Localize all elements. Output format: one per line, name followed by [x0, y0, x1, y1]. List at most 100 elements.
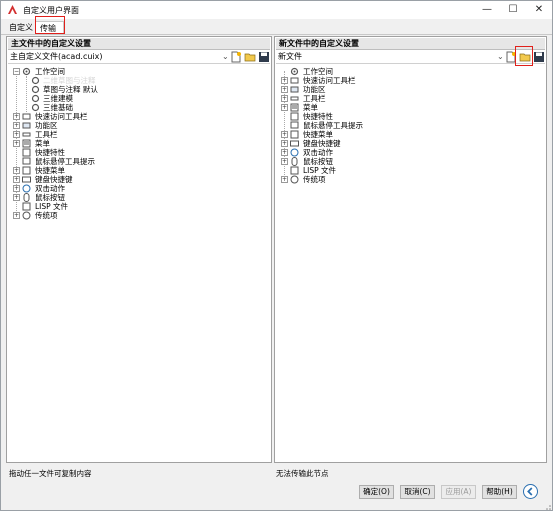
menu-icon [22, 166, 31, 175]
transfer-tab-highlight [35, 16, 65, 34]
expand-icon[interactable]: + [281, 104, 288, 111]
tree-label: 工具栏 [303, 94, 326, 103]
tree-label: 三维建模 [43, 94, 73, 103]
gear-icon [31, 103, 40, 112]
close-button[interactable]: ✕ [526, 1, 552, 19]
collapse-icon[interactable]: − [13, 68, 20, 75]
tree-label: 传统项 [303, 175, 326, 184]
save-icon[interactable] [258, 51, 270, 63]
expand-icon[interactable]: + [13, 140, 20, 147]
help-button[interactable]: 帮助(H) [482, 485, 517, 499]
main-file-panel: 主文件中的自定义设置 主自定义文件(acad.cuix) ⌄ − 工作空间 二维… [6, 36, 272, 463]
expand-icon[interactable]: + [281, 77, 288, 84]
cancel-button[interactable]: 取消(C) [400, 485, 435, 499]
tree-label: 快速访问工具栏 [35, 112, 88, 121]
tree-label: 传统项 [35, 211, 58, 220]
expand-panel-icon[interactable] [523, 484, 538, 499]
tree-label: 工具栏 [35, 130, 58, 139]
expand-icon[interactable]: + [281, 95, 288, 102]
resize-grip-icon[interactable] [542, 501, 552, 511]
expand-icon[interactable]: + [13, 167, 20, 174]
title-bar: 自定义用户界面 — ☐ ✕ [1, 1, 552, 19]
mouse-icon [23, 193, 30, 202]
mouse-icon [291, 157, 298, 166]
tree-label: 快捷特性 [303, 112, 333, 121]
workspace-gear-icon [290, 67, 299, 76]
expand-icon[interactable]: + [13, 212, 20, 219]
save-icon[interactable] [533, 51, 545, 63]
expand-icon[interactable]: + [281, 158, 288, 165]
menu-icon [290, 103, 299, 112]
tree-label: 键盘快捷键 [303, 139, 341, 148]
new-file-panel: 新文件中的自定义设置 新文件 ⌄ 工作空间 + 快速访问工具栏 + 功能区 + … [274, 36, 547, 463]
tab-customize[interactable]: 自定义 [9, 21, 33, 34]
customize-ui-window: 自定义用户界面 — ☐ ✕ 自定义 传输 主文件中的自定义设置 主自定义文件(a… [0, 0, 553, 511]
workspace-gear-icon [22, 67, 31, 76]
apply-button[interactable]: 应用(A) [441, 485, 476, 499]
expand-icon[interactable]: + [281, 149, 288, 156]
chevron-down-icon[interactable]: ⌄ [222, 51, 229, 63]
expand-icon[interactable]: + [13, 131, 20, 138]
legacy-icon [290, 175, 299, 184]
tree-label: 双击动作 [303, 148, 333, 157]
tree-label: 快捷特性 [35, 148, 65, 157]
autocad-logo-icon [8, 5, 17, 14]
toolbar-icon [22, 113, 31, 120]
expand-icon[interactable]: + [13, 113, 20, 120]
expand-icon[interactable]: + [281, 140, 288, 147]
double-click-icon [22, 184, 31, 193]
new-file-tree: 工作空间 + 快速访问工具栏 + 功能区 + 工具栏 + 菜单 快捷特性 鼠标悬… [277, 65, 544, 460]
open-folder-icon[interactable] [244, 51, 256, 63]
tree-label: 键盘快捷键 [35, 175, 73, 184]
legacy-icon [22, 211, 31, 220]
tree-label: 工作空间 [303, 67, 333, 76]
expand-icon[interactable]: + [281, 86, 288, 93]
lisp-file-icon [22, 202, 31, 211]
chevron-down-icon[interactable]: ⌄ [497, 51, 504, 63]
main-file-panel-header: 主文件中的自定义设置 [8, 38, 270, 50]
expand-icon[interactable]: + [13, 185, 20, 192]
main-file-tree: − 工作空间 二维草图与注释 草图与注释 默认 三维建模 三维基础 + 快速访问… [9, 65, 269, 460]
expand-icon[interactable]: + [13, 122, 20, 129]
tree-label: LISP 文件 [303, 166, 337, 175]
new-file-icon[interactable] [230, 51, 242, 63]
tree-label: 功能区 [303, 85, 326, 94]
minimize-button[interactable]: — [474, 1, 500, 19]
menu-icon [22, 139, 31, 148]
ribbon-icon [22, 122, 31, 129]
maximize-button[interactable]: ☐ [500, 1, 526, 19]
tree-label: 鼠标按钮 [35, 193, 65, 202]
open-button-highlight [515, 46, 533, 66]
new-file-select[interactable]: 新文件 [278, 51, 302, 63]
gear-icon [31, 76, 40, 85]
ok-button[interactable]: 确定(O) [359, 485, 394, 499]
tree-label: 鼠标悬停工具提示 [303, 121, 363, 130]
ribbon-icon [290, 86, 299, 93]
tree-label: 菜单 [303, 103, 318, 112]
tree-label: 菜单 [35, 139, 50, 148]
keyboard-icon [22, 176, 31, 183]
gear-icon [31, 85, 40, 94]
main-file-select[interactable]: 主自定义文件(acad.cuix) [10, 51, 103, 63]
expand-icon[interactable]: + [13, 194, 20, 201]
expand-icon[interactable]: + [281, 176, 288, 183]
toolbar-icon [22, 132, 31, 137]
new-file-panel-header: 新文件中的自定义设置 [276, 38, 545, 50]
tree-label: 快捷菜单 [303, 130, 333, 139]
tree-label: 鼠标按钮 [303, 157, 333, 166]
keyboard-icon [290, 140, 299, 147]
tree-label: 鼠标悬停工具提示 [35, 157, 95, 166]
tooltip-icon [290, 121, 299, 129]
tree-label: 三维基础 [43, 103, 73, 112]
lisp-file-icon [290, 166, 299, 175]
tree-label: 工作空间 [35, 67, 65, 76]
window-title: 自定义用户界面 [23, 6, 79, 15]
tree-label: 草图与注释 默认 [43, 85, 98, 94]
expand-icon[interactable]: + [281, 131, 288, 138]
toolbar-icon [290, 77, 299, 84]
expand-icon[interactable]: + [13, 176, 20, 183]
status-left: 拖动任一文件可复制内容 [9, 469, 92, 478]
properties-icon [290, 112, 299, 121]
status-right: 无法传输此节点 [276, 469, 329, 478]
tooltip-icon [22, 157, 31, 165]
